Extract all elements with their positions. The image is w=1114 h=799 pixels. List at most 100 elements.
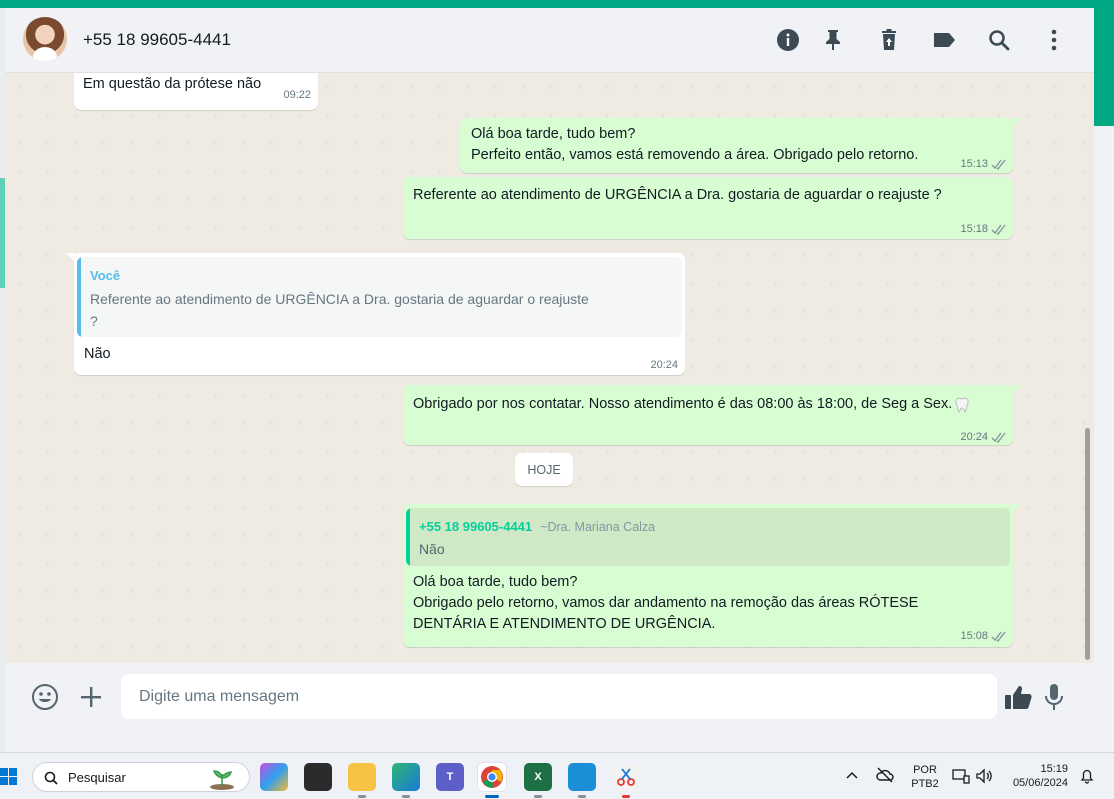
- running-indicator: [622, 795, 630, 798]
- delete-icon[interactable]: [877, 28, 901, 52]
- bubble-tail: [1011, 385, 1021, 395]
- file-explorer-icon[interactable]: [348, 763, 376, 791]
- right-edge: [1094, 126, 1114, 752]
- clock-time: 15:19: [1040, 763, 1068, 775]
- volume-icon[interactable]: [975, 768, 993, 784]
- search-icon: [44, 771, 58, 785]
- quote-text: ?: [90, 313, 98, 329]
- outgoing-message[interactable]: +55 18 99605-4441 ~Dra. Mariana Calza Nã…: [403, 504, 1021, 647]
- chevron-up-icon[interactable]: [846, 771, 858, 779]
- cloud-off-icon[interactable]: [876, 767, 894, 783]
- notification-bell-icon[interactable]: [1080, 768, 1094, 784]
- quote-bar: [406, 508, 410, 566]
- running-indicator: [534, 795, 542, 798]
- chat-window: +55 18 99605-4441 Em questão da prótese …: [5, 8, 1094, 752]
- quote-author: +55 18 99605-4441: [419, 519, 533, 534]
- message-input[interactable]: [121, 674, 997, 719]
- message-time: 09:22: [283, 89, 311, 101]
- microphone-icon[interactable]: [1039, 682, 1069, 712]
- pin-icon[interactable]: [821, 28, 845, 52]
- windows-start-icon[interactable]: [0, 768, 17, 785]
- contact-name[interactable]: +55 18 99605-4441: [83, 30, 231, 50]
- chat-header: +55 18 99605-4441: [5, 8, 1094, 73]
- message-text: Referente ao atendimento de URGÊNCIA a D…: [413, 187, 942, 203]
- menu-icon[interactable]: [1042, 28, 1066, 52]
- composer-bar: [5, 663, 1094, 752]
- active-indicator: [485, 795, 499, 798]
- message-line: Perfeito então, vamos está removendo a á…: [471, 147, 919, 163]
- message-line: DENTÁRIA E ATENDIMENTO DE URGÊNCIA.: [413, 616, 716, 632]
- notepad-icon[interactable]: [568, 763, 596, 791]
- incoming-message[interactable]: Você Referente ao atendimento de URGÊNCI…: [66, 253, 685, 375]
- right-accent-band: [1094, 8, 1114, 126]
- bubble-tail: [1011, 504, 1021, 514]
- message-text: Obrigado por nos contatar. Nosso atendim…: [413, 396, 953, 412]
- double-check-icon: [991, 631, 1006, 642]
- quote-text: Referente ao atendimento de URGÊNCIA a D…: [90, 291, 589, 307]
- chat-scrollbar[interactable]: [1085, 428, 1090, 660]
- network-icon[interactable]: [952, 768, 970, 784]
- running-indicator: [358, 795, 366, 798]
- copilot-icon[interactable]: [260, 763, 288, 791]
- emoji-icon[interactable]: [30, 682, 60, 712]
- quote-author-name: ~Dra. Mariana Calza: [540, 520, 656, 534]
- edge-icon[interactable]: [392, 763, 420, 791]
- chrome-icon[interactable]: [478, 763, 506, 791]
- search-icon[interactable]: [987, 28, 1011, 52]
- quoted-message[interactable]: +55 18 99605-4441 ~Dra. Mariana Calza Nã…: [406, 508, 1010, 566]
- message-line: Obrigado pelo retorno, vamos dar andamen…: [413, 595, 919, 611]
- task-view-icon[interactable]: [304, 763, 332, 791]
- day-separator: HOJE: [515, 453, 573, 486]
- info-icon[interactable]: [776, 28, 800, 52]
- message-meta: 15:08: [960, 626, 1007, 647]
- double-check-icon: [991, 432, 1006, 443]
- outgoing-message[interactable]: Referente ao atendimento de URGÊNCIA a D…: [403, 177, 1013, 239]
- double-check-icon: [991, 159, 1006, 170]
- contact-avatar[interactable]: [23, 17, 67, 61]
- message-list[interactable]: Em questão da prótese não 09:22 Olá boa …: [5, 73, 1094, 663]
- double-check-icon: [991, 224, 1006, 235]
- plant-icon: [210, 770, 234, 790]
- outgoing-message[interactable]: Obrigado por nos contatar. Nosso atendim…: [403, 385, 1021, 448]
- clock-date: 05/06/2024: [1012, 777, 1068, 789]
- label-icon[interactable]: [932, 28, 956, 52]
- running-indicator: [402, 795, 410, 798]
- message-time: 15:08: [960, 630, 988, 642]
- message-meta: 20:24: [960, 427, 1007, 448]
- taskbar-search[interactable]: Pesquisar: [32, 762, 250, 792]
- running-indicator: [578, 795, 586, 798]
- top-accent-band: [0, 0, 1114, 8]
- message-time: 15:13: [960, 158, 988, 170]
- keyboard-layout: PTB2: [911, 778, 939, 790]
- taskbar: Pesquisar T X POR PTB2 15:19 05/06/2024: [0, 752, 1114, 799]
- plus-icon[interactable]: [76, 682, 106, 712]
- message-time: 20:24: [650, 359, 678, 371]
- message-line: Olá boa tarde, tudo bem?: [413, 574, 578, 590]
- message-meta: 15:13: [960, 154, 1007, 175]
- excel-icon[interactable]: X: [524, 763, 552, 791]
- message-time: 15:18: [960, 223, 988, 235]
- quote-author: Você: [90, 268, 121, 283]
- quote-text: Não: [419, 541, 445, 557]
- message-time: 20:24: [960, 431, 988, 443]
- language-code: POR: [913, 764, 937, 776]
- quoted-message[interactable]: Você Referente ao atendimento de URGÊNCI…: [77, 257, 682, 337]
- message-content: Obrigado por nos contatar. Nosso atendim…: [413, 394, 969, 415]
- teams-icon[interactable]: T: [436, 763, 464, 791]
- clock[interactable]: 15:19 05/06/2024: [1006, 762, 1068, 790]
- bubble-tail: [66, 253, 76, 263]
- message-text: Em questão da prótese não: [83, 76, 262, 92]
- incoming-message[interactable]: Em questão da prótese não 09:22: [74, 73, 318, 110]
- message-text: Não: [84, 346, 111, 362]
- quote-header: +55 18 99605-4441 ~Dra. Mariana Calza: [419, 516, 655, 538]
- tooth-icon: [955, 397, 969, 412]
- taskbar-search-label: Pesquisar: [68, 770, 126, 785]
- snipping-tool-icon[interactable]: [612, 763, 640, 791]
- message-line: Olá boa tarde, tudo bem?: [471, 126, 636, 142]
- bubble-tail: [1011, 118, 1021, 128]
- message-meta: 15:18: [960, 219, 1007, 240]
- language-indicator[interactable]: POR PTB2: [906, 763, 944, 791]
- quote-bar: [77, 257, 81, 337]
- outgoing-message[interactable]: Olá boa tarde, tudo bem? Perfeito então,…: [460, 118, 1021, 175]
- thumbs-up-icon[interactable]: [1003, 682, 1033, 712]
